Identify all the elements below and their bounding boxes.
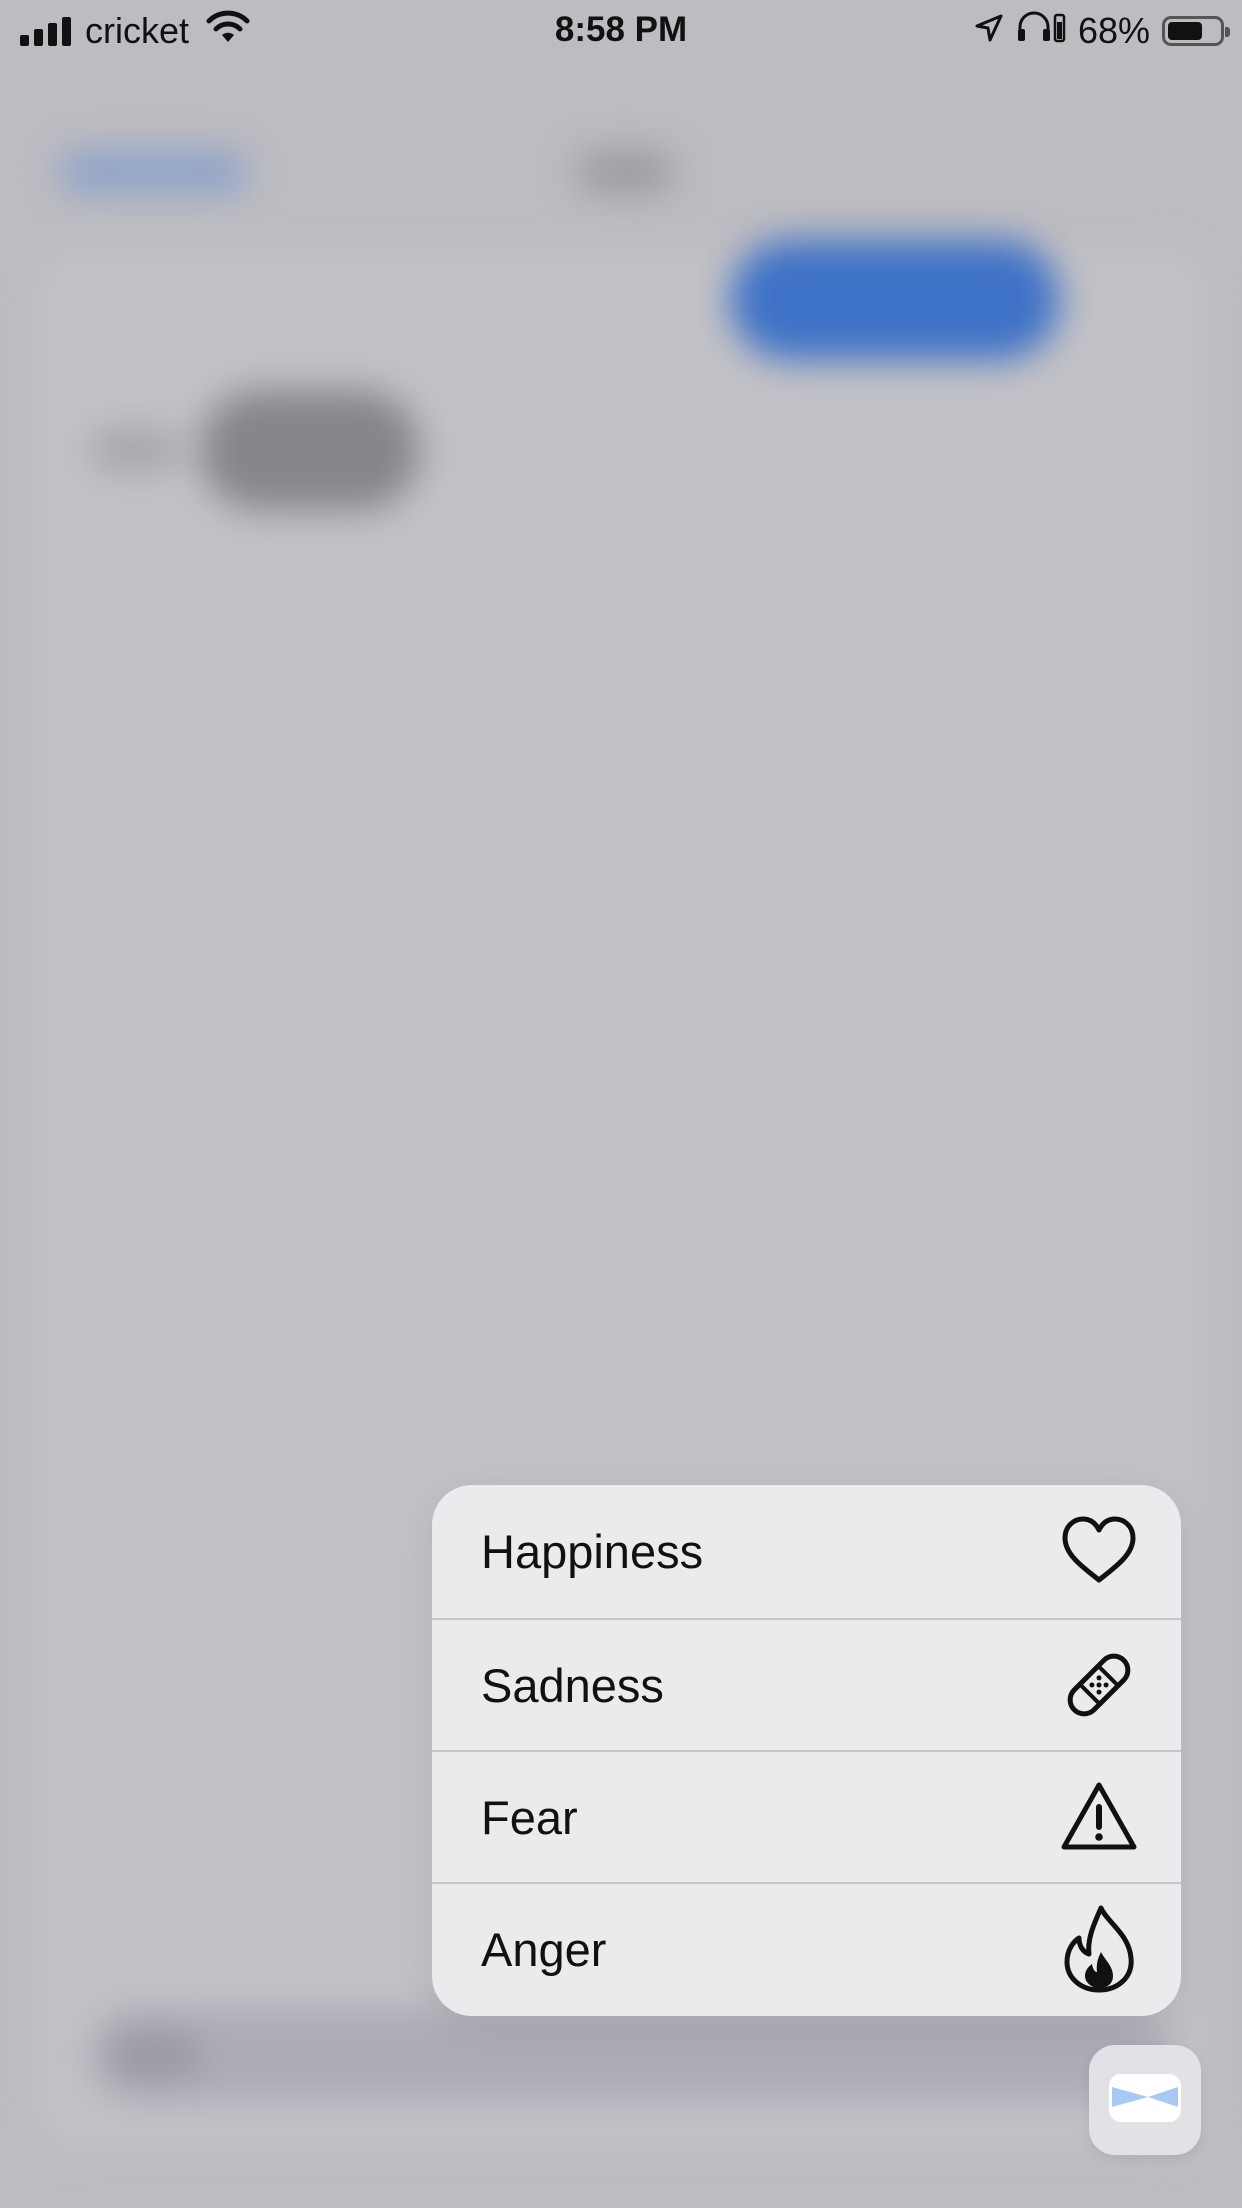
menu-item-happiness[interactable]: Happiness: [432, 1485, 1181, 1618]
blurred-sent-bubble: [730, 240, 1060, 360]
menu-item-label: Fear: [481, 1790, 578, 1844]
flame-icon: [1061, 1905, 1137, 1993]
blurred-small-shape: [90, 430, 180, 470]
emotion-context-menu: Happiness Sadness Fear Anger: [432, 1485, 1181, 2016]
blurred-input-bar: [90, 2010, 1170, 2100]
menu-item-label: Happiness: [481, 1525, 704, 1578]
menu-item-fear[interactable]: Fear: [432, 1750, 1181, 1882]
battery-percent: 68%: [1077, 10, 1150, 51]
menu-item-label: Anger: [481, 1922, 607, 1976]
blurred-received-bubble: [200, 390, 420, 510]
menu-item-anger[interactable]: Anger: [432, 1882, 1181, 2014]
menu-item-label: Sadness: [481, 1658, 664, 1712]
status-bar: cricket 8:58 PM 68%: [0, 0, 1242, 62]
battery-level: [1168, 22, 1202, 40]
battery-icon: [1162, 16, 1230, 46]
screen: cricket 8:58 PM 68% Happiness Sadness Fe…: [0, 0, 1242, 2208]
status-right: 68%: [974, 10, 1230, 53]
headphones-battery-icon: [1016, 10, 1066, 53]
blurred-back-button: [58, 150, 248, 194]
blurred-title: [575, 150, 675, 194]
menu-item-sadness[interactable]: Sadness: [432, 1618, 1181, 1750]
warning-triangle-icon: [1061, 1779, 1137, 1855]
bandage-icon: [1061, 1647, 1137, 1723]
app-logo-icon: [1108, 2073, 1182, 2128]
heart-icon: [1061, 1514, 1137, 1590]
location-arrow-icon: [974, 10, 1004, 52]
blurred-input-button: [110, 2030, 200, 2080]
app-extension-button[interactable]: [1089, 2045, 1201, 2155]
battery-tip: [1225, 27, 1230, 37]
